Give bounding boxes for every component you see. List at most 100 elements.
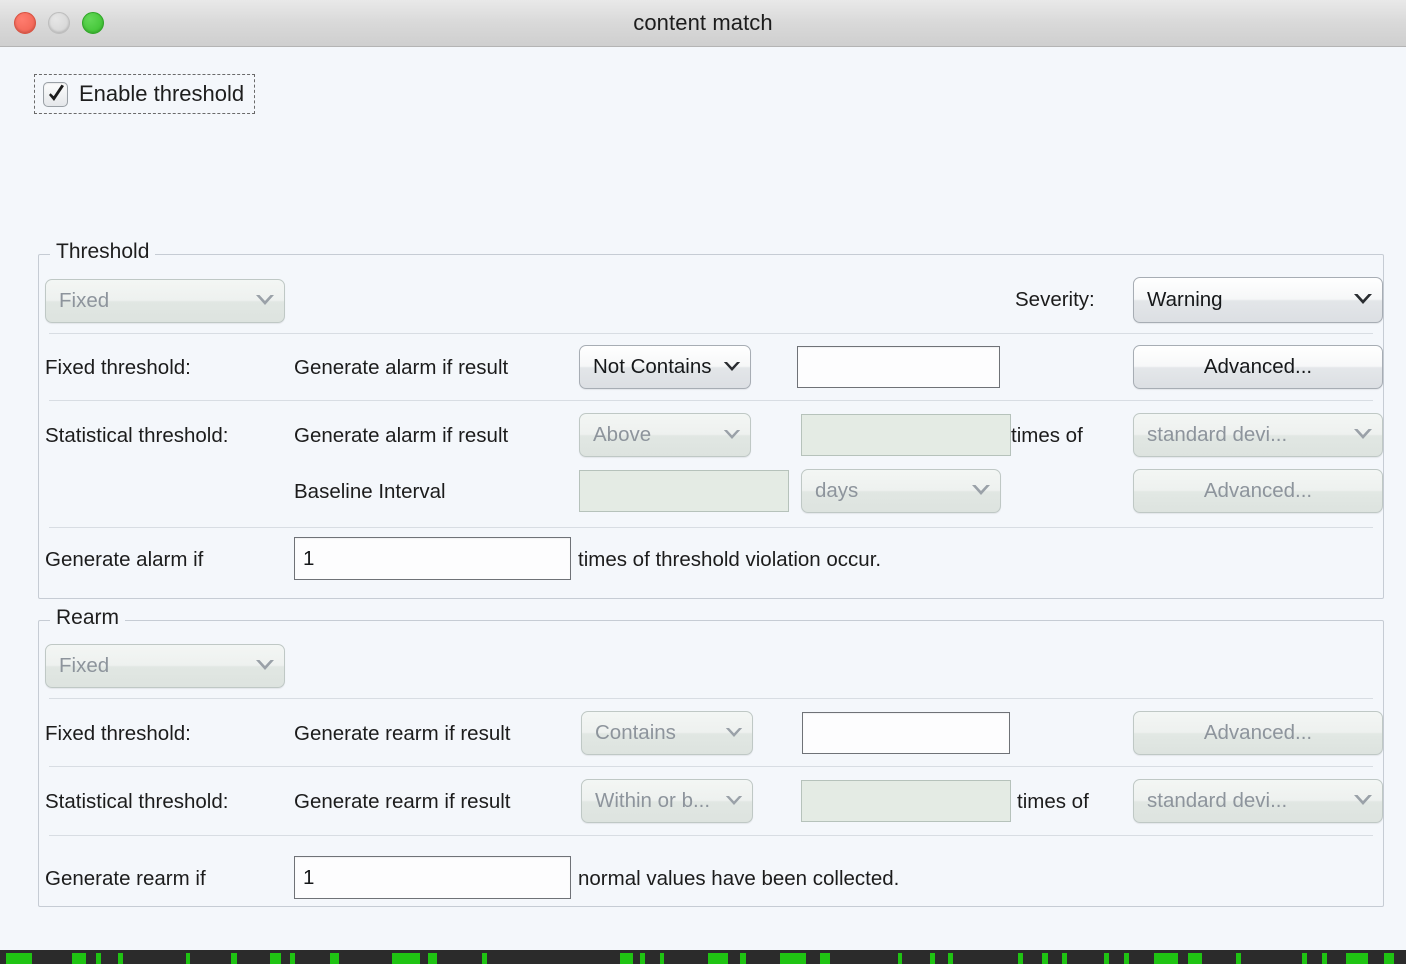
desktop-blip (270, 953, 281, 964)
threshold-mode-select[interactable]: Fixed (45, 279, 285, 323)
threshold-statistical-operator-select[interactable]: Above (579, 413, 751, 457)
desktop-blip (1042, 953, 1048, 964)
desktop-blip (740, 953, 746, 964)
threshold-occurrence-count-input[interactable]: 1 (294, 537, 571, 580)
chevron-down-icon (1352, 789, 1374, 813)
threshold-statistical-row-label: Statistical threshold: (45, 426, 228, 447)
threshold-fixed-condition-label: Generate alarm if result (294, 358, 508, 379)
rearm-occurrence-prefix-label: Generate rearm if (45, 869, 206, 890)
rearm-fixed-value-input[interactable] (802, 712, 1010, 754)
divider (49, 766, 1373, 767)
desktop-blip (186, 953, 190, 964)
severity-label: Severity: (1015, 290, 1095, 311)
chevron-down-icon (722, 423, 742, 447)
desktop-blip (640, 953, 645, 964)
chevron-down-icon (724, 789, 744, 813)
desktop-blip (708, 953, 728, 964)
rearm-statistical-operator-value: Within or b... (595, 789, 718, 813)
checkbox-icon[interactable] (43, 82, 68, 107)
divider (49, 835, 1373, 836)
divider (49, 527, 1373, 528)
rearm-statistical-times-of-label: times of (1017, 792, 1089, 813)
threshold-fixed-row-label: Fixed threshold: (45, 358, 191, 379)
threshold-baseline-unit-select[interactable]: days (801, 469, 1001, 513)
chevron-down-icon (970, 479, 992, 503)
desktop-blip (898, 953, 902, 964)
desktop-blip (1018, 953, 1023, 964)
rearm-mode-select[interactable]: Fixed (45, 644, 285, 688)
threshold-statistical-times-of-label: times of (1011, 426, 1083, 447)
threshold-statistical-advanced-label: Advanced... (1204, 479, 1312, 503)
desktop-blip (1322, 953, 1327, 964)
desktop-blip (1124, 953, 1129, 964)
threshold-statistical-advanced-button[interactable]: Advanced... (1133, 469, 1383, 513)
enable-threshold-checkbox-group[interactable]: Enable threshold (34, 74, 255, 114)
rearm-fixed-advanced-label: Advanced... (1204, 721, 1312, 745)
desktop-blip (482, 953, 487, 964)
desktop-blip (1062, 953, 1067, 964)
rearm-fixed-advanced-button[interactable]: Advanced... (1133, 711, 1383, 755)
rearm-fixed-operator-select[interactable]: Contains (581, 711, 753, 755)
dialog-window: content match Enable threshold Threshold… (0, 0, 1406, 964)
rearm-fixed-row-label: Fixed threshold: (45, 724, 191, 745)
enable-threshold-label: Enable threshold (79, 81, 244, 107)
threshold-fixed-value-input[interactable] (797, 346, 1000, 388)
desktop-blip (1346, 953, 1368, 964)
rearm-statistical-operator-select[interactable]: Within or b... (581, 779, 753, 823)
divider (49, 698, 1373, 699)
window-title: content match (633, 10, 773, 36)
traffic-light-group (14, 12, 104, 34)
dialog-body: Enable threshold Threshold Fixed Severit… (0, 47, 1406, 964)
desktop-blip (1154, 953, 1178, 964)
chevron-down-icon (254, 289, 276, 313)
chevron-down-icon (724, 721, 744, 745)
divider (49, 400, 1373, 401)
threshold-statistical-condition-label: Generate alarm if result (294, 426, 508, 447)
desktop-blip (948, 953, 953, 964)
severity-select[interactable]: Warning (1133, 277, 1383, 323)
severity-select-value: Warning (1147, 288, 1346, 312)
rearm-occurrence-suffix-label: normal values have been collected. (578, 869, 899, 890)
threshold-legend: Threshold (50, 240, 155, 264)
rearm-statistical-value-input[interactable] (801, 780, 1011, 822)
rearm-statistical-unit-value: standard devi... (1147, 789, 1346, 813)
threshold-baseline-input[interactable] (579, 470, 789, 512)
desktop-blip (620, 953, 633, 964)
chevron-down-icon (254, 654, 276, 678)
desktop-blip (930, 953, 935, 964)
rearm-fieldset: Rearm Fixed Fixed threshold: Generate re… (38, 620, 1384, 907)
desktop-blip (72, 953, 86, 964)
chevron-down-icon (1352, 288, 1374, 312)
desktop-blip (820, 953, 830, 964)
enable-threshold-row: Enable threshold (34, 74, 255, 114)
rearm-fixed-condition-label: Generate rearm if result (294, 724, 510, 745)
chevron-down-icon (722, 355, 742, 379)
threshold-fixed-advanced-button[interactable]: Advanced... (1133, 345, 1383, 389)
maximize-button-icon[interactable] (82, 12, 104, 34)
threshold-occurrence-prefix-label: Generate alarm if (45, 550, 203, 571)
close-button-icon[interactable] (14, 12, 36, 34)
rearm-fixed-operator-value: Contains (595, 721, 718, 745)
minimize-button-icon[interactable] (48, 12, 70, 34)
rearm-occurrence-count-input[interactable]: 1 (294, 856, 571, 899)
desktop-background-strip (0, 950, 1406, 964)
threshold-baseline-label: Baseline Interval (294, 482, 446, 503)
desktop-blip (1236, 953, 1241, 964)
threshold-baseline-unit-value: days (815, 479, 964, 503)
divider (49, 333, 1373, 334)
desktop-blip (330, 953, 339, 964)
threshold-statistical-value-input[interactable] (801, 414, 1011, 456)
desktop-blip (231, 953, 237, 964)
rearm-occurrence-count-text: 1 (303, 866, 314, 890)
threshold-statistical-unit-value: standard devi... (1147, 423, 1346, 447)
desktop-blip (1302, 953, 1307, 964)
threshold-statistical-unit-select[interactable]: standard devi... (1133, 413, 1383, 457)
threshold-fieldset: Threshold Fixed Severity: Warning Fixed … (38, 254, 1384, 599)
desktop-blip (1104, 953, 1109, 964)
threshold-fixed-advanced-label: Advanced... (1204, 355, 1312, 379)
threshold-fixed-operator-select[interactable]: Not Contains (579, 345, 751, 389)
desktop-blip (392, 953, 420, 964)
rearm-statistical-condition-label: Generate rearm if result (294, 792, 510, 813)
rearm-statistical-unit-select[interactable]: standard devi... (1133, 779, 1383, 823)
desktop-blip (428, 953, 437, 964)
